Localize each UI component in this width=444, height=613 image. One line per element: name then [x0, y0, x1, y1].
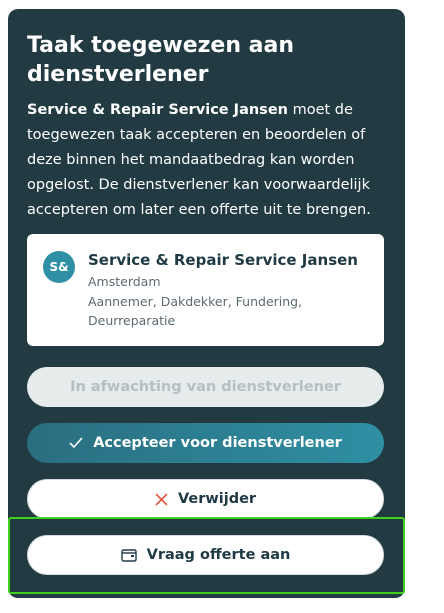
delete-button[interactable]: Verwijder: [27, 479, 384, 519]
vendor-trades: Aannemer, Dakdekker, Fundering, Deurrepa…: [88, 294, 303, 328]
accept-button-label: Accepteer voor dienstverlener: [93, 435, 342, 451]
accept-for-vendor-button[interactable]: Accepteer voor dienstverlener: [27, 423, 384, 463]
request-quote-button[interactable]: Vraag offerte aan: [27, 535, 384, 575]
panel-title: Taak toegewezen aan dienstverlener: [27, 33, 295, 87]
delete-button-label: Verwijder: [177, 491, 257, 507]
vendor-name: Service & Repair Service Jansen: [88, 251, 358, 269]
check-icon: [69, 437, 83, 449]
vendor-city: Amsterdam: [88, 274, 161, 289]
quote-button-label: Vraag offerte aan: [146, 547, 291, 563]
close-icon: [155, 493, 168, 506]
description-vendor-name: Service & Repair Service Jansen: [27, 102, 288, 118]
waiting-button-label: In afwachting van dienstverlener: [70, 379, 341, 395]
task-assigned-panel: Taak toegewezen aan dienstverlener Servi…: [8, 9, 405, 598]
vendor-avatar: S&: [43, 251, 75, 283]
waiting-for-vendor-button: In afwachting van dienstverlener: [27, 367, 384, 407]
description-text: moet de toegewezen taak accepteren en be…: [27, 102, 371, 218]
panel-description: Service & Repair Service Jansen moet de …: [27, 98, 399, 223]
wallet-icon: [120, 548, 137, 562]
vendor-card: S& Service & Repair Service Jansen Amste…: [27, 234, 384, 346]
